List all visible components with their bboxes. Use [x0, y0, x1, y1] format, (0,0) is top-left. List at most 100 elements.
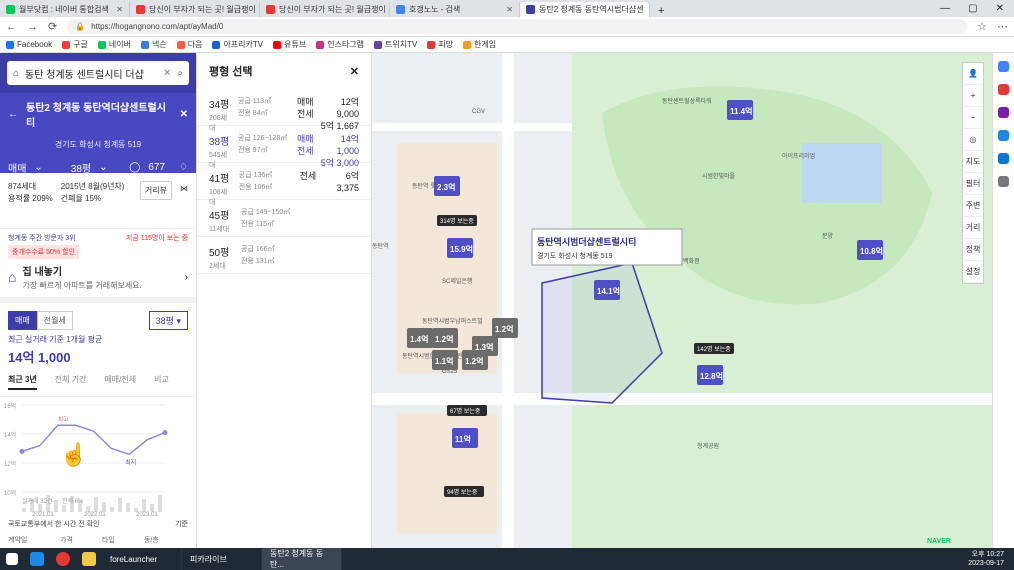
maximize-icon[interactable]: ▢	[968, 3, 977, 14]
pyeong-dropdown[interactable]: 38평 ▾	[148, 311, 188, 330]
map-tool-button[interactable]: 필터	[963, 173, 983, 195]
viewer-badge-label: 314명 보는중	[440, 217, 474, 225]
map-tool-button[interactable]: 주변	[963, 195, 983, 217]
search-icon[interactable]	[998, 61, 1009, 72]
period-tab[interactable]: 매매/전세	[104, 374, 136, 390]
price-marker-label: 2.3억	[437, 182, 455, 192]
url-input[interactable]: 🔒 https://hogangnono.com/apt/ayMad/0	[67, 19, 968, 34]
share-icon[interactable]: ⋈	[180, 184, 188, 193]
minimize-icon[interactable]: —	[940, 3, 950, 14]
period-tab[interactable]: 비교	[154, 374, 169, 390]
household-count: 545세대	[209, 152, 228, 169]
map-tool-button[interactable]: 설정	[963, 261, 983, 283]
folder-icon[interactable]	[82, 552, 96, 566]
bookmark-item[interactable]: 다음	[176, 39, 202, 50]
map-view[interactable]: 롯데백화점동탄역 롯데캐슬SC제일은행동탄역시범한화꿈에그린동탄역시범우남퍼스트…	[372, 53, 992, 548]
menu-icon[interactable]: ⋯	[997, 20, 1008, 33]
lock-icon: 🔒	[75, 22, 86, 31]
user-icon[interactable]: 👤	[963, 63, 983, 85]
tools-icon[interactable]	[998, 107, 1009, 118]
zoom-out-button[interactable]: −	[963, 107, 983, 129]
clock[interactable]: 오후 10:27 2023-09-17	[968, 550, 1014, 568]
taskbar-app[interactable]: foreLauncher	[102, 548, 182, 570]
map-label: CGV	[472, 109, 485, 115]
bookmark-item[interactable]: 피망	[427, 39, 453, 50]
trade-type: 전세	[297, 146, 314, 156]
bookmark-item[interactable]: 구글	[62, 39, 88, 50]
exclusive-area: 전용 131㎡	[241, 258, 275, 265]
browser-tab[interactable]: 당신이 부자가 되는 곳! 월급쟁이✕	[130, 2, 260, 17]
chrome-icon[interactable]	[56, 552, 70, 566]
tab-favicon-icon	[526, 5, 535, 14]
price-value: 12억 9,000	[336, 97, 359, 119]
map-tool-button[interactable]: 지도	[963, 151, 983, 173]
windows-icon[interactable]	[6, 553, 18, 565]
viewer-badge-label: 142명 보는중	[697, 345, 731, 353]
exclusive-area: 전용 97㎡	[237, 147, 268, 154]
map-tool-button[interactable]: 정책	[963, 239, 983, 261]
browser-tab[interactable]: 호갱노노 - 검색 ✕	[390, 2, 520, 17]
price-marker-label: 11억	[455, 434, 471, 444]
close-icon[interactable]: ✕	[350, 65, 359, 78]
search-input[interactable]: ⌂ 동탄 청계동 센트럴시티 더샵 ✕ ⌕	[7, 61, 189, 85]
new-tab-button[interactable]: +	[650, 5, 672, 17]
bookmark-item[interactable]: 트위치TV	[374, 39, 417, 50]
back-arrow-icon[interactable]: ←	[8, 109, 18, 120]
rent-tab[interactable]: 전월세	[36, 311, 73, 330]
forward-icon[interactable]: →	[27, 21, 38, 33]
bookmark-favicon-icon	[140, 40, 149, 49]
price-marker-label: 1.2억	[435, 334, 453, 344]
street-view-button[interactable]: 거리뷰	[139, 181, 172, 200]
zoom-in-button[interactable]: +	[963, 85, 983, 107]
locate-icon[interactable]: ◎	[963, 129, 983, 151]
buy-tab[interactable]: 매매	[8, 311, 37, 330]
map-tool-button[interactable]: 거리	[963, 217, 983, 239]
taskbar-app[interactable]: 동탄2 청계동 동탄...	[262, 548, 342, 570]
star-icon[interactable]: ☆	[977, 20, 987, 33]
ie-icon[interactable]	[30, 552, 44, 566]
y-tick-label: 10억	[4, 489, 16, 497]
sell-house-banner[interactable]: ⌂ 집 내놓기 가장 빠르게 아파트를 거래해보세요. ›	[0, 261, 196, 303]
y-tick-label: 12억	[4, 460, 16, 468]
search-icon[interactable]: ⌕	[177, 68, 183, 79]
browser-tab[interactable]: 월부닷컴 : 네이버 통합검색 ✕	[0, 2, 130, 17]
bell-icon[interactable]: ♢	[179, 162, 188, 173]
period-tab[interactable]: 전체 기간	[55, 374, 87, 390]
bookmark-favicon-icon	[6, 40, 14, 49]
shopping-icon[interactable]	[998, 84, 1009, 95]
tab-close-icon[interactable]: ✕	[506, 5, 513, 14]
browser-tab[interactable]: 당신이 부자가 되는 곳! 월급쟁이✕	[260, 2, 390, 17]
tab-favicon-icon	[6, 5, 15, 14]
bookmark-item[interactable]: 아프리카TV	[212, 39, 263, 50]
pyeong-row[interactable]: 50평 2세대 공급 166㎡ 전용 131㎡	[197, 237, 371, 274]
clear-icon[interactable]: ✕	[163, 68, 171, 79]
bookmark-item[interactable]: 한게임	[463, 39, 496, 50]
map-canvas[interactable]: 롯데백화점동탄역 롯데캐슬SC제일은행동탄역시범한화꿈에그린동탄역시범우남퍼스트…	[372, 53, 992, 548]
pyeong-select[interactable]: 38평	[71, 160, 91, 175]
home-icon[interactable]: ⌂	[13, 68, 19, 79]
price-chart[interactable]: 16억 14억 12억 10억 2021.01 2022.01 2023.01 최고 최저 실거래…	[0, 397, 196, 518]
browser-tab[interactable]: 동탄2 청계동 동탄역시범더샵센✕	[520, 2, 650, 17]
price-marker-label: 15.9억	[450, 244, 473, 254]
reload-icon[interactable]: ⟳	[48, 20, 57, 33]
table-link[interactable]: 기준	[175, 519, 188, 529]
browser-side-bar	[992, 53, 1014, 548]
back-icon[interactable]: ←	[6, 21, 17, 33]
bookmark-item[interactable]: 넥슨	[140, 39, 167, 50]
add-icon[interactable]	[998, 176, 1009, 187]
tab-close-icon[interactable]: ✕	[116, 5, 123, 14]
bookmark-item[interactable]: 유튜브	[273, 39, 306, 50]
taskbar: foreLauncher 피카라이브 동탄2 청계동 동탄... 오후 10:27 2…	[0, 548, 1014, 570]
pyeong-row[interactable]: 34평 208세대 공급 113㎡ 전용 84㎡ 매매 전세 12억 9,000 5억 1,6…	[197, 89, 371, 132]
games-icon[interactable]	[998, 130, 1009, 141]
bookmark-item[interactable]: Facebook	[6, 40, 52, 49]
bookmark-item[interactable]: 인스타그램	[316, 39, 364, 50]
period-tab[interactable]: 최근 3년	[8, 374, 37, 390]
outlook-icon[interactable]	[998, 153, 1009, 164]
close-icon[interactable]: ✕	[180, 109, 188, 120]
trade-type-select[interactable]: 매매	[8, 160, 26, 175]
comment-icon[interactable]: ◯	[129, 162, 140, 173]
bookmark-item[interactable]: 네이버	[97, 39, 131, 50]
close-icon[interactable]: ✕	[996, 3, 1004, 14]
taskbar-app[interactable]: 피카라이브	[182, 548, 262, 570]
